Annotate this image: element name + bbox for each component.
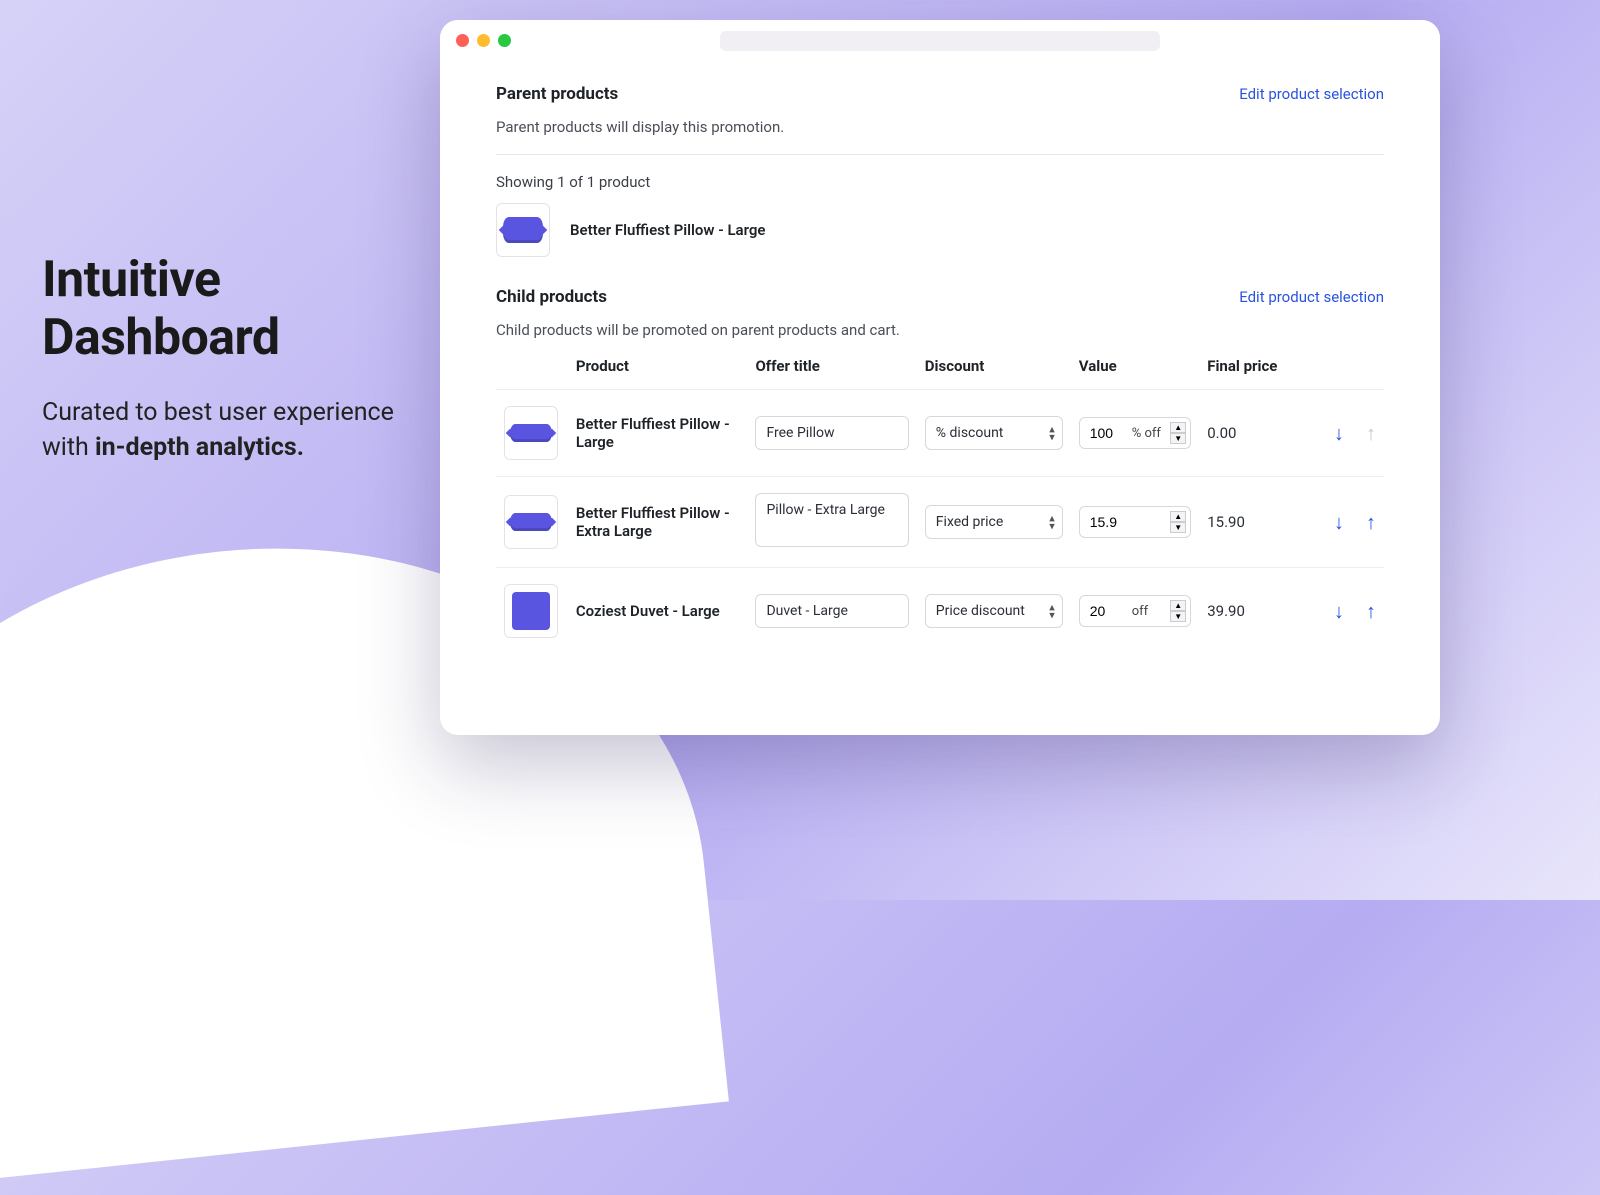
move-up-icon: ↑ <box>1366 421 1376 446</box>
step-up-button[interactable]: ▲ <box>1170 511 1186 522</box>
minimize-icon[interactable] <box>477 34 490 47</box>
col-final: Final price <box>1199 345 1291 390</box>
value-stepper: ▲ ▼ <box>1170 511 1186 533</box>
child-product-row: Coziest Duvet - Large Price discount ▴▾ … <box>496 568 1384 655</box>
child-products-title: Child products <box>496 287 607 307</box>
value-stepper: ▲ ▼ <box>1170 600 1186 622</box>
child-products-desc: Child products will be promoted on paren… <box>496 321 1384 339</box>
traffic-lights <box>456 34 511 47</box>
final-price: 15.90 <box>1199 477 1291 568</box>
col-discount: Discount <box>917 345 1071 390</box>
child-product-row: Better Fluffiest Pillow - Large % discou… <box>496 390 1384 477</box>
discount-select[interactable]: Fixed price <box>925 505 1063 539</box>
parent-products-title: Parent products <box>496 84 618 104</box>
app-window: Parent products Edit product selection P… <box>440 20 1440 735</box>
product-name: Coziest Duvet - Large <box>576 602 740 620</box>
address-bar[interactable] <box>720 31 1160 51</box>
product-thumb <box>496 203 550 257</box>
edit-child-selection-link[interactable]: Edit product selection <box>1239 288 1384 306</box>
discount-select[interactable]: % discount <box>925 416 1063 450</box>
move-down-icon[interactable]: ↓ <box>1334 510 1344 535</box>
product-thumb <box>504 584 558 638</box>
parent-showing-count: Showing 1 of 1 product <box>496 173 1384 191</box>
value-unit: % off <box>1132 426 1165 441</box>
value-input[interactable] <box>1090 425 1126 441</box>
divider <box>496 154 1384 155</box>
child-product-row: Better Fluffiest Pillow - Extra Large Pi… <box>496 477 1384 568</box>
close-icon[interactable] <box>456 34 469 47</box>
step-up-button[interactable]: ▲ <box>1170 600 1186 611</box>
move-down-icon[interactable]: ↓ <box>1334 421 1344 446</box>
promo-headline: Intuitive Dashboard <box>42 252 402 367</box>
product-name: Better Fluffiest Pillow - Extra Large <box>576 504 740 540</box>
promo-copy: Intuitive Dashboard Curated to best user… <box>42 252 402 465</box>
product-name: Better Fluffiest Pillow - Large <box>576 415 740 451</box>
window-titlebar <box>440 20 1440 62</box>
col-value: Value <box>1071 345 1200 390</box>
promo-subtext: Curated to best user experience with in-… <box>42 395 402 465</box>
value-input[interactable] <box>1090 603 1126 619</box>
step-down-button[interactable]: ▼ <box>1170 522 1186 533</box>
discount-select[interactable]: Price discount <box>925 594 1063 628</box>
value-stepper: ▲ ▼ <box>1170 422 1186 444</box>
child-products-table: Product Offer title Discount Value Final… <box>496 345 1384 654</box>
offer-title-input[interactable] <box>755 594 908 628</box>
product-thumb <box>504 406 558 460</box>
offer-title-input[interactable]: Pillow - Extra Large <box>755 493 908 547</box>
move-down-icon[interactable]: ↓ <box>1334 599 1344 624</box>
product-thumb <box>504 495 558 549</box>
edit-parent-selection-link[interactable]: Edit product selection <box>1239 85 1384 103</box>
final-price: 39.90 <box>1199 568 1291 655</box>
step-down-button[interactable]: ▼ <box>1170 611 1186 622</box>
col-offer: Offer title <box>747 345 916 390</box>
move-up-icon[interactable]: ↑ <box>1366 599 1376 624</box>
value-unit: off <box>1132 604 1165 619</box>
step-up-button[interactable]: ▲ <box>1170 422 1186 433</box>
offer-title-input[interactable] <box>755 416 908 450</box>
step-down-button[interactable]: ▼ <box>1170 433 1186 444</box>
final-price: 0.00 <box>1199 390 1291 477</box>
parent-products-desc: Parent products will display this promot… <box>496 118 1384 136</box>
move-up-icon[interactable]: ↑ <box>1366 510 1376 535</box>
parent-product-row: Better Fluffiest Pillow - Large <box>496 191 1384 269</box>
product-name: Better Fluffiest Pillow - Large <box>570 221 765 239</box>
zoom-icon[interactable] <box>498 34 511 47</box>
col-product: Product <box>568 345 748 390</box>
value-input-group: ▲ ▼ <box>1079 506 1192 538</box>
value-input-group: % off ▲ ▼ <box>1079 417 1192 449</box>
content-area: Parent products Edit product selection P… <box>440 62 1440 654</box>
value-input[interactable] <box>1090 514 1126 530</box>
value-input-group: off ▲ ▼ <box>1079 595 1192 627</box>
